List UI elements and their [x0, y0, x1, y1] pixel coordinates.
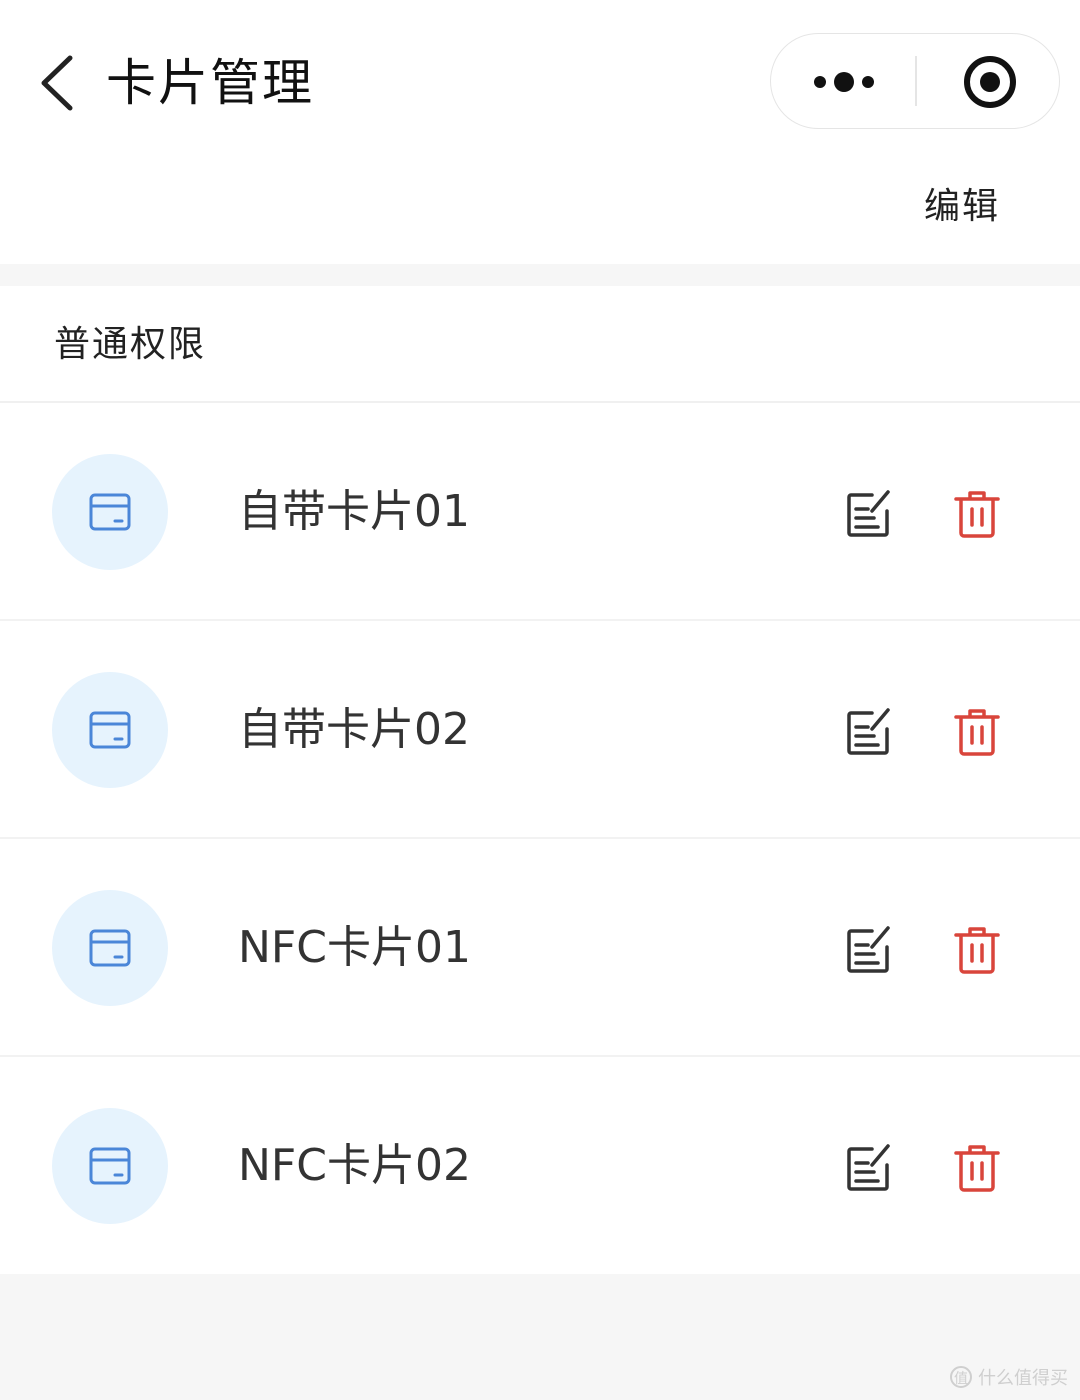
mini-program-capsule	[770, 33, 1060, 129]
delete-card-button[interactable]	[950, 1141, 1004, 1195]
card-name: 自带卡片01	[238, 486, 470, 537]
more-dots-icon	[814, 72, 874, 92]
trash-icon	[954, 491, 1000, 538]
trash-icon	[954, 927, 1000, 974]
card-name: 自带卡片02	[238, 704, 470, 755]
card-icon	[89, 493, 131, 531]
trash-icon	[954, 1145, 1000, 1192]
card-row[interactable]: NFC卡片02	[0, 1057, 1080, 1275]
delete-card-button[interactable]	[950, 923, 1004, 977]
top-nav-bar: 卡片管理 编辑	[0, 0, 1080, 264]
card-icon	[89, 1147, 131, 1185]
card-avatar	[52, 1108, 168, 1224]
watermark-text: 什么值得买	[978, 1368, 1068, 1389]
record-circle-icon	[964, 56, 1016, 108]
edit-note-icon	[847, 926, 890, 973]
edit-note-icon	[847, 1144, 890, 1191]
delete-card-button[interactable]	[950, 487, 1004, 541]
edit-card-button[interactable]	[842, 1141, 896, 1195]
delete-card-button[interactable]	[950, 705, 1004, 759]
close-miniprogram-button[interactable]	[917, 34, 1059, 127]
edit-card-button[interactable]	[842, 487, 896, 541]
trash-icon	[954, 709, 1000, 756]
card-icon	[89, 929, 131, 967]
section-title: 普通权限	[54, 324, 207, 365]
card-row[interactable]: NFC卡片01	[0, 839, 1080, 1057]
edit-card-button[interactable]	[842, 705, 896, 759]
edit-button[interactable]: 编辑	[924, 180, 1000, 234]
permission-section: 普通权限 自带卡片01 自带卡片02 NFC卡片01 NFC卡片02	[0, 286, 1080, 1274]
card-avatar	[52, 454, 168, 570]
card-avatar	[52, 890, 168, 1006]
edit-card-button[interactable]	[842, 923, 896, 977]
card-name: NFC卡片02	[238, 1140, 471, 1191]
card-avatar	[52, 672, 168, 788]
watermark-logo-icon: 值	[950, 1366, 972, 1388]
card-row[interactable]: 自带卡片01	[0, 403, 1080, 621]
more-button[interactable]	[771, 34, 915, 127]
card-name: NFC卡片01	[238, 922, 471, 973]
watermark: 值 什么值得买	[950, 1364, 1068, 1390]
page-title: 卡片管理	[106, 54, 314, 112]
edit-note-icon	[847, 490, 890, 537]
card-icon	[89, 711, 131, 749]
back-button[interactable]	[28, 48, 88, 118]
chevron-left-icon	[41, 55, 73, 111]
card-row[interactable]: 自带卡片02	[0, 621, 1080, 839]
card-list: 自带卡片01 自带卡片02 NFC卡片01 NFC卡片02	[0, 403, 1080, 1275]
edit-note-icon	[847, 708, 890, 755]
